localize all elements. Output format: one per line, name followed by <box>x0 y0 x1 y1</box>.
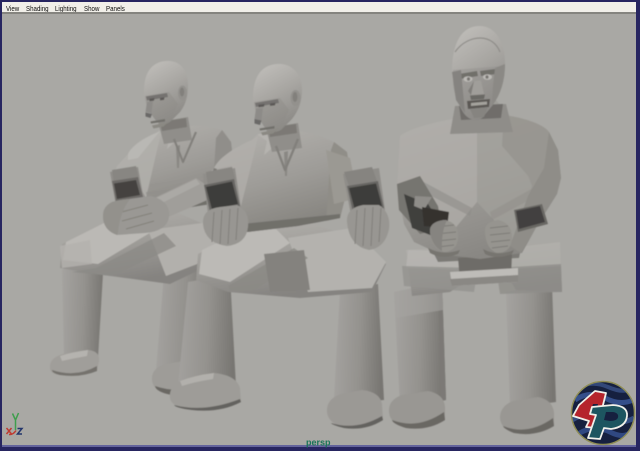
svg-text:persp: persp <box>306 438 331 448</box>
